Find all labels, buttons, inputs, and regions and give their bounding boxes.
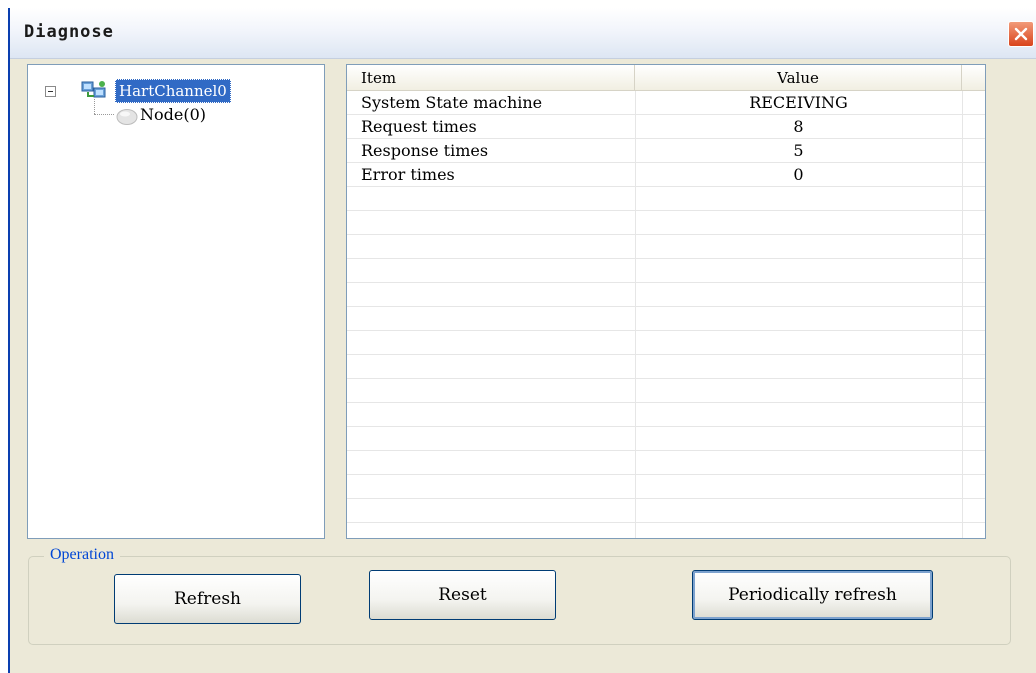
grid-header: Item Value bbox=[347, 65, 985, 91]
periodically-refresh-button[interactable]: Periodically refresh bbox=[692, 570, 933, 620]
cell-item: Error times bbox=[361, 165, 455, 184]
tree-connector bbox=[94, 99, 95, 114]
refresh-button[interactable]: Refresh bbox=[114, 574, 301, 624]
channel-tree[interactable]: HartChannel0 Node(0) bbox=[27, 64, 325, 539]
table-row[interactable]: Request times 8 bbox=[347, 115, 985, 139]
column-header-empty bbox=[962, 65, 985, 90]
tree-item-hartchannel[interactable]: HartChannel0 bbox=[115, 79, 231, 103]
cell-value: 5 bbox=[793, 141, 804, 160]
node-icon bbox=[116, 109, 138, 125]
table-row[interactable]: System State machine RECEIVING bbox=[347, 91, 985, 115]
cell-value: RECEIVING bbox=[749, 93, 848, 112]
cell-value: 8 bbox=[793, 117, 804, 136]
close-icon bbox=[1014, 27, 1028, 41]
diagnose-grid[interactable]: Item Value System State machine RECEIVIN… bbox=[346, 64, 986, 539]
operation-legend: Operation bbox=[44, 546, 120, 564]
column-header-item[interactable]: Item bbox=[347, 65, 635, 90]
cell-value: 0 bbox=[793, 165, 804, 184]
cell-item: Response times bbox=[361, 141, 489, 160]
close-button[interactable] bbox=[1008, 21, 1034, 47]
title-bar[interactable]: Diagnose bbox=[10, 8, 1036, 59]
table-row[interactable]: Error times 0 bbox=[347, 163, 985, 187]
table-row[interactable]: Response times 5 bbox=[347, 139, 985, 163]
window-title: Diagnose bbox=[24, 22, 114, 42]
cell-item: System State machine bbox=[361, 93, 543, 112]
tree-connector bbox=[94, 114, 114, 115]
cell-item: Request times bbox=[361, 117, 477, 136]
collapse-icon[interactable] bbox=[45, 86, 56, 97]
network-icon bbox=[81, 81, 106, 98]
column-header-value[interactable]: Value bbox=[635, 65, 962, 90]
tree-item-node[interactable]: Node(0) bbox=[140, 105, 206, 124]
reset-button[interactable]: Reset bbox=[369, 570, 556, 620]
